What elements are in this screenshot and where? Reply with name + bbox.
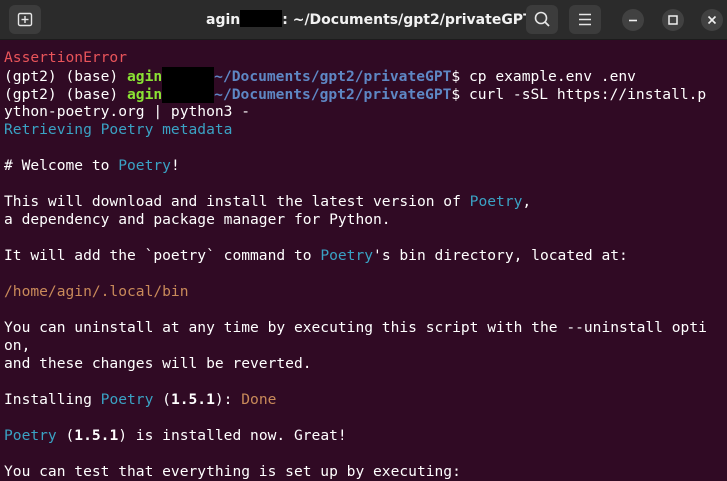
version-number: 1.5.1 [170,391,215,408]
search-icon [534,11,550,27]
prompt-symbol: $ [451,68,469,85]
error-line: AssertionError [4,49,128,66]
add-command-line: It will add the `poetry` command to Poet… [4,247,628,265]
prompt-line: (gpt2) (base) agin ~/Documents/gpt2/priva… [4,67,636,85]
output-text: This will download and install the lates… [4,193,470,210]
output-text: 's bin directory, located at: [373,247,628,264]
command-continuation: ython-poetry.org | python3 - [4,103,251,120]
maximize-icon [668,15,678,25]
version-number: 1.5.1 [74,427,119,444]
prompt-env: (gpt2) (base) [4,86,128,103]
poetry-word: Poetry [320,247,374,264]
prompt-user: agin [127,68,163,85]
redacted-hostname [240,10,283,27]
prompt-line: (gpt2) (base) agin ~/Documents/gpt2/priva… [4,85,706,103]
title-user: agin [206,12,241,28]
command-text: curl -sSL https://install.p [468,86,707,103]
maximize-button[interactable] [662,9,684,31]
done-status: Done [241,391,277,408]
installing-line: Installing Poetry (1.5.1): Done [4,391,276,409]
output-text: # Welcome to [4,157,119,174]
close-button[interactable] [701,9,723,31]
minimize-button[interactable] [622,9,644,31]
output-text: , [522,193,532,210]
output-text: ( [56,427,75,444]
redacted-hostname [162,67,215,85]
uninstall-line-wrap: on, [4,337,31,354]
poetry-word: Poetry [118,157,171,174]
download-line: This will download and install the lates… [4,193,531,211]
search-button[interactable] [526,5,558,34]
terminal-window: agin : ~/Documents/gpt2/privateGPT Assert… [0,0,727,481]
title-bar: agin : ~/Documents/gpt2/privateGPT [0,0,727,40]
reverted-line: and these changes will be reverted. [4,355,312,372]
close-icon [707,15,717,25]
dependency-line: a dependency and package manager for Pyt… [4,211,391,228]
output-text: ( [153,391,171,408]
poetry-word: Poetry [4,427,57,444]
output-text: ) is installed now. Great! [118,427,347,444]
command-text: cp example.env .env [468,68,636,85]
prompt-env: (gpt2) (base) [4,68,128,85]
welcome-line: # Welcome to Poetry! [4,157,180,175]
poetry-word: Poetry [469,193,523,210]
bin-path-line: /home/agin/.local/bin [4,283,189,300]
poetry-word: Poetry [100,391,154,408]
output-text: ! [170,157,180,174]
redacted-hostname [162,85,215,103]
prompt-symbol: $ [451,86,469,103]
output-text: Installing [4,391,101,408]
output-text: ): [214,391,242,408]
title-path: : ~/Documents/gpt2/privateGPT [282,12,533,28]
menu-button[interactable] [569,5,601,34]
prompt-path: ~/Documents/gpt2/privateGPT [214,86,452,103]
new-tab-button[interactable] [9,5,41,34]
prompt-path: ~/Documents/gpt2/privateGPT [214,68,452,85]
retrieving-line: Retrieving Poetry metadata [4,121,233,138]
uninstall-line: You can uninstall at any time by executi… [4,319,707,336]
new-tab-icon [17,12,33,27]
hamburger-menu-icon [579,13,591,26]
installed-line: Poetry (1.5.1) is installed now. Great! [4,427,347,445]
terminal-output[interactable]: AssertionError (gpt2) (base) agin ~/Docum… [4,40,727,481]
output-text: It will add the `poetry` command to [4,247,321,264]
minimize-icon [629,19,637,22]
prompt-user: agin [127,86,163,103]
window-title: agin : ~/Documents/gpt2/privateGPT [206,10,533,29]
test-line: You can test that everything is set up b… [4,463,461,480]
